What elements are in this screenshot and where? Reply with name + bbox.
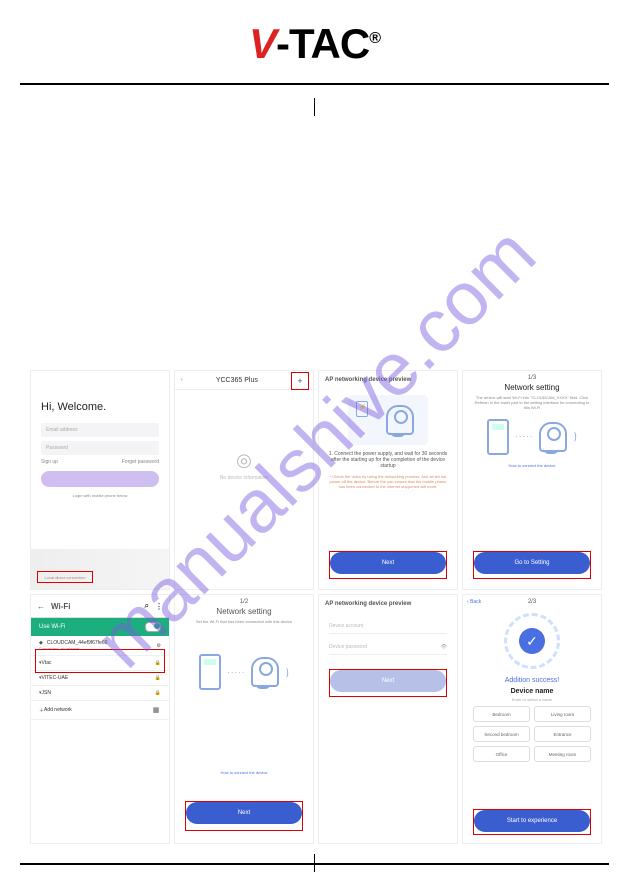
camera-icon	[386, 405, 414, 435]
screen-login: Hi, Welcome. Email address Password Sign…	[30, 370, 170, 590]
back-button[interactable]: ‹ Back	[467, 599, 481, 605]
greeting-text: Hi, Welcome.	[41, 401, 169, 413]
screen-ap-preview: AP networking device preview 1. Connect …	[318, 370, 458, 590]
name-hint: Enter or select a name	[463, 697, 601, 702]
start-experience-button[interactable]: Start to experience	[474, 810, 590, 832]
password-field[interactable]: Password	[41, 441, 159, 455]
email-field[interactable]: Email address	[41, 423, 159, 437]
pagination: 1/2	[175, 595, 313, 605]
add-network[interactable]: Add network	[44, 707, 72, 713]
account-field[interactable]: Device account	[329, 619, 447, 634]
network-name[interactable]: VITEC-UAE	[42, 675, 69, 681]
screen-ap-credentials: AP networking device preview Device acco…	[318, 594, 458, 844]
tag-second-bedroom[interactable]: Second bedroom	[473, 726, 530, 742]
tag-meeting-room[interactable]: Meeting room	[534, 746, 591, 762]
tag-office[interactable]: Office	[473, 746, 530, 762]
pagination: 1/3	[463, 371, 601, 381]
screen-device-list: ‹ YCC365 Plus + ◎ No device information	[174, 370, 314, 590]
screen-title: Network setting	[463, 383, 601, 392]
local-connection-button[interactable]: Local direct connection	[37, 571, 93, 583]
go-setting-button[interactable]: Go to Setting	[474, 552, 590, 574]
screen-network-1-2: 1/2 Network setting Set the Wi-Fi that h…	[174, 594, 314, 844]
tag-entrance[interactable]: Entrance	[534, 726, 591, 742]
screen-wifi-settings: ← Wi-Fi ⌕ ⋮ Use Wi-Fi ◆ CLOUDCAM_44ef9f6…	[30, 594, 170, 844]
next-button[interactable]: Next	[330, 670, 446, 692]
next-button[interactable]: Next	[186, 802, 302, 824]
use-wifi-label: Use Wi-Fi	[39, 624, 65, 630]
wifi-title: Wi-Fi	[51, 602, 70, 611]
check-icon: ✓	[519, 628, 545, 654]
phone-icon	[487, 419, 509, 455]
ap-header: AP networking device preview	[319, 371, 457, 389]
device-name-label: Device name	[463, 688, 601, 695]
back-icon[interactable]: ←	[37, 602, 45, 611]
camera-icon	[251, 657, 279, 687]
dots-icon: ·····	[227, 668, 245, 677]
help-link[interactable]: How to connect the device	[175, 770, 313, 775]
more-icon[interactable]: ⋮	[155, 602, 163, 611]
step-text: 1. Connect the power supply, and wait fo…	[327, 451, 449, 469]
brand-logo: V-TAC®	[249, 20, 380, 67]
help-link[interactable]: How to connect the device	[463, 463, 601, 468]
success-text: Addition success!	[463, 677, 601, 684]
tag-bedroom[interactable]: Bedroom	[473, 706, 530, 722]
lock-icon: 🔒	[155, 675, 161, 681]
wifi-icon: ⟯	[573, 431, 576, 442]
wifi-icon: ⟯	[285, 667, 288, 678]
outlet-icon	[356, 401, 368, 417]
password-field[interactable]: Device password👁	[329, 640, 447, 655]
gear-icon[interactable]: ⚙	[157, 643, 161, 649]
phone-icon	[199, 654, 221, 690]
add-device-button[interactable]: +	[291, 372, 309, 390]
screen-desc: Set the Wi-Fi that has been connected wi…	[183, 619, 305, 624]
empty-icon: ◎	[175, 450, 313, 471]
lock-icon: 🔒	[155, 690, 161, 696]
empty-text: No device information	[175, 475, 313, 481]
screen-desc: The device will start Wi-Fi info "CLOUDC…	[471, 395, 593, 411]
login-note: Login with mobile phone below	[31, 493, 169, 498]
scan-icon[interactable]: ▦	[151, 705, 161, 715]
app-title: YCC365 Plus	[216, 377, 258, 384]
search-icon[interactable]: ⌕	[145, 601, 149, 611]
forgot-link[interactable]: Forget password	[122, 459, 159, 465]
eye-icon[interactable]: 👁	[441, 644, 447, 650]
signup-link[interactable]: Sign up	[41, 459, 58, 465]
dots-icon: ·····	[515, 432, 533, 441]
wifi-toggle[interactable]	[145, 622, 161, 632]
network-name[interactable]: JSN	[42, 690, 51, 696]
warning-text: * Check the video by using the networkin…	[327, 475, 449, 489]
screen-title: Network setting	[175, 607, 313, 616]
pagination: 2/3	[463, 595, 601, 605]
screen-network-1-3: 1/3 Network setting The device will star…	[462, 370, 602, 590]
tag-living-room[interactable]: Living room	[534, 706, 591, 722]
login-button[interactable]	[41, 471, 159, 487]
next-button[interactable]: Next	[330, 552, 446, 574]
cloudcam-highlight	[35, 649, 165, 673]
progress-ring: ✓	[504, 613, 560, 669]
ap-header: AP networking device preview	[319, 595, 457, 613]
screen-success: ‹ Back 2/3 ✓ Addition success! Device na…	[462, 594, 602, 844]
camera-icon	[539, 422, 567, 452]
back-icon[interactable]: ‹	[181, 377, 183, 383]
